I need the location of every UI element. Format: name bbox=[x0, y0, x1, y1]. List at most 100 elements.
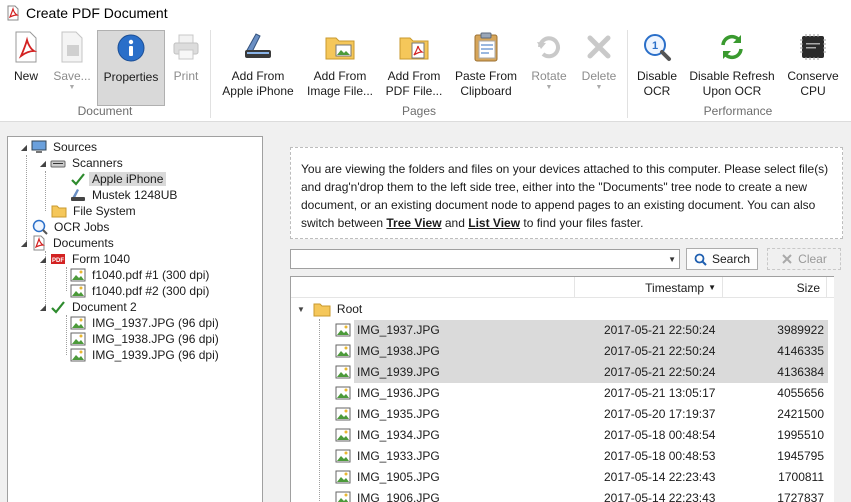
delete-label: Delete bbox=[581, 69, 617, 83]
file-size: 1727837 bbox=[777, 491, 824, 502]
tree-label: Document 2 bbox=[72, 300, 137, 314]
collapse-arrow-icon[interactable]: ▼ bbox=[297, 305, 305, 314]
file-row[interactable]: IMG_1933.JPG 2017-05-18 00:48:53 1945795 bbox=[291, 446, 851, 467]
new-label: New bbox=[13, 69, 38, 83]
clipboard-icon bbox=[469, 30, 503, 64]
rotate-icon bbox=[532, 30, 566, 64]
tree-node-page[interactable]: f1040.pdf #2 (300 dpi) bbox=[68, 283, 212, 299]
paste-from-clipboard-button[interactable]: Paste From Clipboard bbox=[453, 30, 519, 106]
add-from-pdf-label-1: Add From bbox=[387, 69, 441, 83]
clear-button[interactable]: Clear bbox=[767, 248, 841, 270]
chevron-down-icon[interactable]: ▼ bbox=[668, 255, 676, 264]
tree-node-page[interactable]: IMG_1939.JPG (96 dpi) bbox=[68, 347, 222, 363]
image-file-icon bbox=[335, 344, 351, 358]
add-from-image-button[interactable]: Add From Image File... bbox=[305, 30, 375, 106]
tree-line bbox=[66, 267, 67, 291]
clear-label: Clear bbox=[798, 252, 827, 266]
tree-node-document2[interactable]: ◢ Document 2 bbox=[38, 299, 140, 315]
root-folder-row[interactable]: ▼ Root bbox=[291, 299, 362, 319]
new-button[interactable]: New bbox=[7, 30, 45, 106]
tree-node-sources[interactable]: ◢ Sources bbox=[19, 139, 100, 155]
file-name: IMG_1905.JPG bbox=[357, 470, 440, 484]
file-row[interactable]: IMG_1937.JPG 2017-05-21 22:50:24 3989922 bbox=[291, 320, 851, 341]
image-file-icon bbox=[335, 407, 351, 421]
file-size: 4146335 bbox=[777, 344, 824, 358]
tree-node-form1040[interactable]: ◢ PDF Form 1040 bbox=[38, 251, 133, 267]
new-pdf-icon bbox=[9, 30, 43, 64]
file-row[interactable]: IMG_1939.JPG 2017-05-21 22:50:24 4136384 bbox=[291, 362, 851, 383]
file-row[interactable]: IMG_1906.JPG 2017-05-14 22:23:43 1727837 bbox=[291, 488, 851, 502]
ribbon-toolbar: New Save... ▼ Properties Print Document … bbox=[0, 26, 851, 122]
tree-label: Scanners bbox=[72, 156, 123, 170]
pages-group-label: Pages bbox=[401, 104, 437, 118]
tree-node-documents[interactable]: ◢ Documents bbox=[19, 235, 117, 251]
refresh-icon bbox=[715, 30, 749, 64]
disable-refresh-label-1: Disable Refresh bbox=[689, 69, 775, 83]
rotate-button[interactable]: Rotate ▼ bbox=[528, 30, 570, 106]
vertical-scrollbar[interactable] bbox=[834, 276, 851, 502]
image-page-icon bbox=[70, 267, 86, 283]
cpu-chip-icon bbox=[796, 30, 830, 64]
search-label: Search bbox=[711, 252, 751, 266]
disable-ocr-label-2: OCR bbox=[643, 84, 671, 98]
folder-open-icon bbox=[313, 303, 331, 316]
file-row[interactable]: IMG_1934.JPG 2017-05-18 00:48:54 1995510 bbox=[291, 425, 851, 446]
add-from-iphone-button[interactable]: Add From Apple iPhone bbox=[218, 30, 298, 106]
collapse-arrow-icon[interactable]: ◢ bbox=[19, 143, 29, 152]
tree-node-page[interactable]: f1040.pdf #1 (300 dpi) bbox=[68, 267, 212, 283]
file-row[interactable]: IMG_1936.JPG 2017-05-21 13:05:17 4055656 bbox=[291, 383, 851, 404]
properties-button[interactable]: Properties bbox=[97, 30, 165, 106]
file-row[interactable]: IMG_1935.JPG 2017-05-20 17:19:37 2421500 bbox=[291, 404, 851, 425]
collapse-arrow-icon[interactable]: ◢ bbox=[38, 255, 48, 264]
disable-refresh-button[interactable]: Disable Refresh Upon OCR bbox=[688, 30, 776, 106]
column-header-timestamp[interactable]: Timestamp ▼ bbox=[575, 277, 723, 298]
tree-node-mustek[interactable]: Mustek 1248UB bbox=[68, 187, 180, 203]
search-button[interactable]: Search bbox=[686, 248, 758, 270]
tree-line bbox=[66, 315, 67, 355]
file-row[interactable]: IMG_1938.JPG 2017-05-21 22:50:24 4146335 bbox=[291, 341, 851, 362]
file-name: IMG_1933.JPG bbox=[357, 449, 440, 463]
add-from-pdf-label-2: PDF File... bbox=[385, 84, 443, 98]
file-list[interactable]: Timestamp ▼ Size ▼ Root IMG_1937.JPG 2017… bbox=[290, 276, 851, 502]
clear-x-icon bbox=[782, 254, 792, 264]
column-header-name[interactable] bbox=[291, 277, 575, 298]
file-name: IMG_1938.JPG bbox=[357, 344, 440, 358]
tree-label: f1040.pdf #2 (300 dpi) bbox=[92, 284, 210, 298]
collapse-arrow-icon[interactable]: ◢ bbox=[38, 303, 48, 312]
folder-icon bbox=[51, 203, 67, 219]
file-timestamp: 2017-05-18 00:48:54 bbox=[604, 428, 716, 442]
file-name: IMG_1934.JPG bbox=[357, 428, 440, 442]
disable-ocr-button[interactable]: 1 Disable OCR bbox=[634, 30, 680, 106]
collapse-arrow-icon[interactable]: ◢ bbox=[19, 239, 29, 248]
file-size: 4136384 bbox=[777, 365, 824, 379]
pdf-icon bbox=[31, 235, 47, 251]
print-button[interactable]: Print bbox=[169, 30, 203, 106]
save-button[interactable]: Save... ▼ bbox=[50, 30, 94, 106]
tree-node-page[interactable]: IMG_1938.JPG (96 dpi) bbox=[68, 331, 222, 347]
image-file-icon bbox=[335, 365, 351, 379]
tree-label: IMG_1937.JPG (96 dpi) bbox=[92, 316, 219, 330]
file-name: IMG_1939.JPG bbox=[357, 365, 440, 379]
tree-node-ocr-jobs[interactable]: OCR Jobs bbox=[30, 219, 112, 235]
conserve-cpu-label-1: Conserve bbox=[787, 69, 839, 83]
collapse-arrow-icon[interactable]: ◢ bbox=[38, 159, 48, 168]
rotate-label: Rotate bbox=[531, 69, 567, 83]
info-icon bbox=[114, 31, 148, 65]
tree-label: IMG_1938.JPG (96 dpi) bbox=[92, 332, 219, 346]
info-message: You are viewing the folders and files on… bbox=[290, 147, 843, 239]
sources-tree[interactable]: ◢ Sources ◢ Scanners Apple iPhone Mustek… bbox=[7, 136, 263, 502]
tree-node-scanners[interactable]: ◢ Scanners bbox=[38, 155, 126, 171]
list-view-link[interactable]: List View bbox=[468, 216, 520, 230]
info-text-and: and bbox=[441, 216, 469, 230]
column-header-size[interactable]: Size bbox=[723, 277, 827, 298]
tree-node-page[interactable]: IMG_1937.JPG (96 dpi) bbox=[68, 315, 222, 331]
tree-node-apple-iphone[interactable]: Apple iPhone bbox=[68, 171, 167, 187]
add-from-pdf-button[interactable]: Add From PDF File... bbox=[381, 30, 447, 106]
tree-view-link[interactable]: Tree View bbox=[386, 216, 441, 230]
file-row[interactable]: IMG_1905.JPG 2017-05-14 22:23:43 1700811 bbox=[291, 467, 851, 488]
delete-button[interactable]: Delete ▼ bbox=[578, 30, 620, 106]
tree-node-file-system[interactable]: File System bbox=[49, 203, 139, 219]
file-size: 1995510 bbox=[777, 428, 824, 442]
conserve-cpu-button[interactable]: Conserve CPU bbox=[784, 30, 842, 106]
path-combobox[interactable]: ▼ bbox=[290, 249, 680, 269]
